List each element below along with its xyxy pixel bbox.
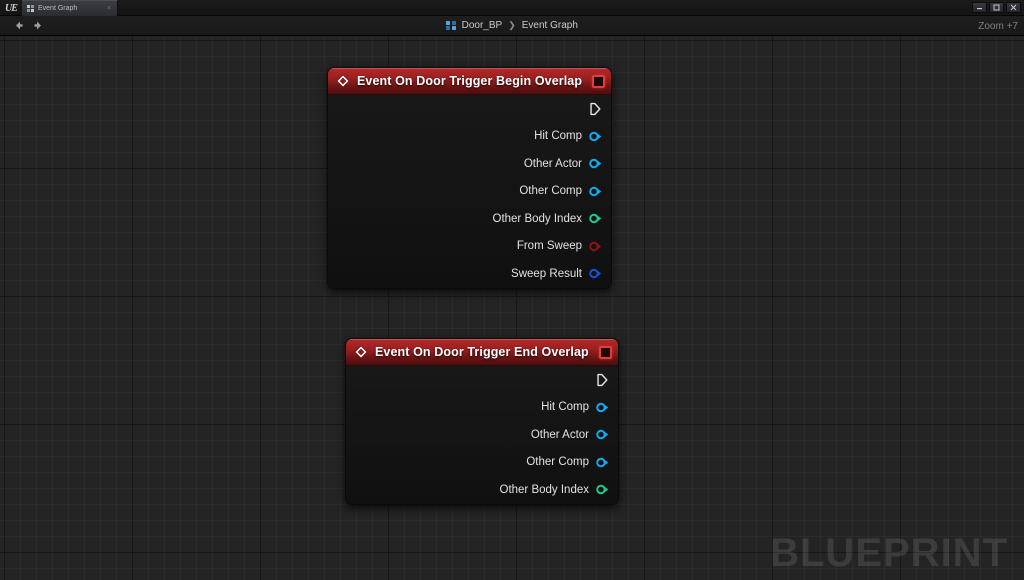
window-controls	[972, 0, 1024, 15]
tab-close-icon[interactable]: ×	[103, 5, 111, 12]
node-pin-row[interactable]: Other Body Index	[328, 205, 611, 233]
data-pin-icon[interactable]	[596, 484, 609, 495]
node-pin-row[interactable]: Sweep Result	[328, 260, 611, 288]
data-pin-icon[interactable]	[589, 268, 602, 279]
data-pin-icon[interactable]	[596, 457, 609, 468]
data-pin-icon[interactable]	[589, 131, 602, 142]
breadcrumb-item-root[interactable]: Door_BP	[462, 20, 503, 31]
event-diamond-icon	[354, 345, 368, 359]
tab-label: Event Graph	[38, 5, 78, 12]
blueprint-node[interactable]: Event On Door Trigger End Overlap Hit Com…	[345, 338, 619, 505]
navigation-buttons	[0, 20, 44, 32]
zoom-level-label: Zoom +7	[978, 20, 1018, 32]
data-pin-icon[interactable]	[596, 429, 609, 440]
minimize-icon[interactable]	[972, 2, 987, 13]
node-pin-row[interactable]: Other Actor	[328, 150, 611, 178]
data-pin-icon[interactable]	[596, 402, 609, 413]
node-pin-row[interactable]: Hit Comp	[346, 394, 618, 422]
blueprint-node[interactable]: Event On Door Trigger Begin Overlap Hit C…	[327, 67, 612, 289]
graph-toolbar: Door_BP ❯ Event Graph Zoom +7	[0, 16, 1024, 36]
blueprint-editor-window: UE Event Graph × Door_BP ❯ Event Graph Z…	[0, 0, 1024, 580]
data-pin-icon[interactable]	[589, 186, 602, 197]
titlebar-drag-region[interactable]	[118, 0, 972, 15]
data-pin-icon[interactable]	[589, 213, 602, 224]
tab-strip: Event Graph ×	[22, 0, 118, 16]
unreal-engine-logo: UE	[5, 2, 18, 14]
pin-label: Other Comp	[526, 456, 589, 469]
breadcrumb-separator: ❯	[508, 20, 516, 30]
node-title: Event On Door Trigger Begin Overlap	[357, 74, 583, 88]
pin-label: Other Body Index	[492, 212, 583, 225]
exec-pin-icon[interactable]	[589, 102, 602, 116]
exec-pin-icon[interactable]	[596, 373, 609, 387]
event-badge-icon	[592, 74, 605, 88]
pin-label: From Sweep	[516, 240, 582, 253]
blueprint-watermark: BLUEPRINT	[770, 531, 1008, 575]
pin-label: Hit Comp	[541, 401, 589, 414]
node-pin-row[interactable]: Hit Comp	[328, 123, 611, 151]
node-title: Event On Door Trigger End Overlap	[375, 345, 589, 359]
breadcrumb-item-current[interactable]: Event Graph	[522, 20, 578, 31]
event-graph-canvas[interactable]: BLUEPRINT Event On Door Trigger Begin Ov…	[0, 36, 1024, 580]
blueprint-grid-icon	[446, 20, 456, 31]
event-diamond-icon	[336, 74, 350, 88]
tab-event-graph[interactable]: Event Graph ×	[22, 0, 118, 16]
data-pin-icon[interactable]	[589, 158, 602, 169]
node-pin-row[interactable]: Other Body Index	[346, 476, 618, 504]
graph-grid-icon	[27, 5, 34, 12]
node-header[interactable]: Event On Door Trigger Begin Overlap	[328, 68, 611, 95]
node-pin-row[interactable]: Other Comp	[328, 178, 611, 206]
pin-label: Other Body Index	[499, 483, 590, 496]
pin-label: Hit Comp	[534, 130, 582, 143]
pin-label: Other Comp	[519, 185, 582, 198]
close-icon[interactable]	[1006, 2, 1021, 13]
title-bar: UE Event Graph ×	[0, 0, 1024, 16]
node-body: Hit Comp Other Actor Other Comp Other Body …	[328, 95, 611, 288]
node-pin-row[interactable]: From Sweep	[328, 233, 611, 261]
node-exec-pin-row[interactable]	[328, 95, 611, 123]
node-header[interactable]: Event On Door Trigger End Overlap	[346, 339, 618, 366]
pin-label: Sweep Result	[511, 267, 582, 280]
event-badge-icon	[599, 345, 612, 359]
breadcrumb: Door_BP ❯ Event Graph	[0, 20, 1024, 31]
pin-label: Other Actor	[523, 157, 582, 170]
maximize-icon[interactable]	[989, 2, 1004, 13]
data-pin-icon[interactable]	[589, 241, 602, 252]
forward-arrow-icon[interactable]	[32, 20, 44, 32]
back-arrow-icon[interactable]	[12, 20, 24, 32]
node-exec-pin-row[interactable]	[346, 366, 618, 394]
node-pin-row[interactable]: Other Comp	[346, 449, 618, 477]
node-body: Hit Comp Other Actor Other Comp Other Body …	[346, 366, 618, 504]
node-pin-row[interactable]: Other Actor	[346, 421, 618, 449]
pin-label: Other Actor	[530, 428, 589, 441]
